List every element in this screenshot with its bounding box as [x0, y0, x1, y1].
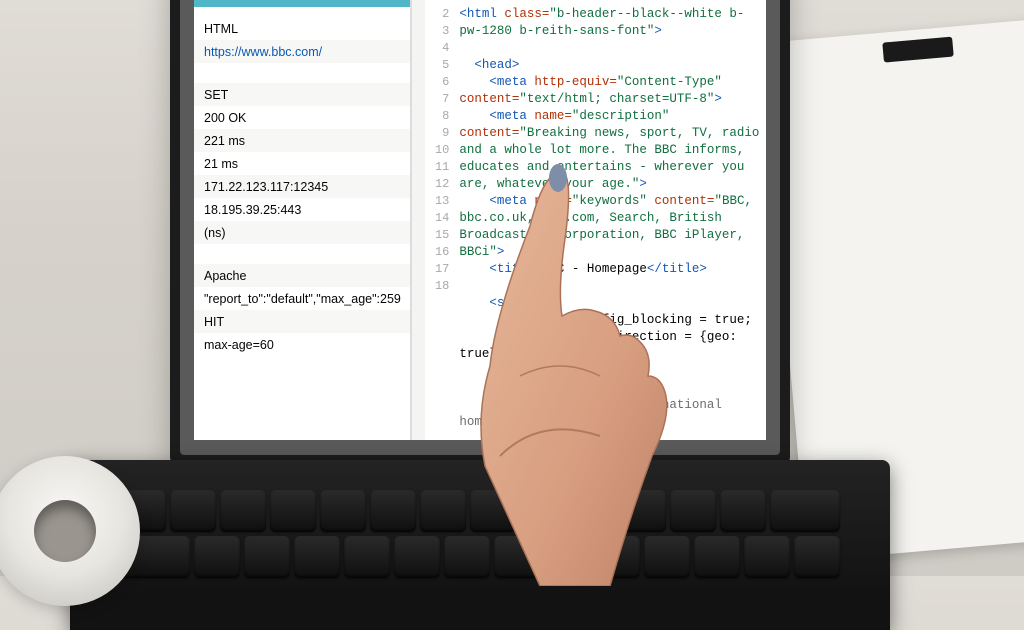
code-token: "text/html; charset=UTF-8"	[519, 92, 714, 106]
response-row[interactable]	[194, 63, 410, 83]
code-token: <meta	[459, 194, 527, 208]
response-row[interactable]: https://www.bbc.com/	[194, 40, 410, 63]
line-number: 10	[425, 142, 449, 159]
code-token: </title>	[647, 262, 707, 276]
line-number: 8	[425, 108, 449, 125]
line-number-gutter: 123456789101112131415161718	[425, 0, 455, 440]
code-token: <meta	[459, 109, 527, 123]
code-token: name=	[527, 109, 572, 123]
code-token: <meta	[459, 75, 527, 89]
code-token: property=	[527, 432, 602, 440]
sidebar-scrollbar[interactable]	[411, 0, 425, 440]
line-number: 12	[425, 176, 449, 193]
response-row[interactable]: HTML	[194, 17, 410, 40]
response-row[interactable]: "report_to":"default","max_age":259	[194, 287, 410, 310]
tablet-frame: Значение HTMLhttps://www.bbc.com/SET200 …	[170, 0, 790, 465]
line-number: 2	[425, 6, 449, 23]
response-row[interactable]	[194, 244, 410, 264]
code-token: <head>	[474, 58, 519, 72]
line-number: 18	[425, 278, 449, 295]
code-token: "keywords"	[572, 194, 647, 208]
code-token: name=	[527, 194, 572, 208]
response-info-panel[interactable]: Значение HTMLhttps://www.bbc.com/SET200 …	[194, 0, 411, 440]
column-header-value: Значение	[194, 0, 410, 7]
line-number: 17	[425, 261, 449, 278]
code-token: "Content-Type"	[617, 75, 722, 89]
code-token: <html	[459, 7, 497, 21]
code-token: window.bbcredirection = {geo: true};	[459, 330, 744, 361]
response-row[interactable]: 21 ms	[194, 152, 410, 175]
code-token: <title>	[459, 262, 542, 276]
code-token: >	[714, 92, 722, 106]
code-token: window.orb_fig_blocking = true;	[459, 313, 752, 327]
response-row[interactable]: SET	[194, 83, 410, 106]
code-token: "description"	[572, 109, 670, 123]
line-number: 14	[425, 210, 449, 227]
line-number: 5	[425, 57, 449, 74]
keyboard	[70, 460, 890, 630]
response-row[interactable]: 171.22.123.117:12345	[194, 175, 410, 198]
response-row[interactable]: max-age=60	[194, 333, 410, 356]
line-number: 6	[425, 74, 449, 91]
response-row[interactable]: 18.195.39.25:443	[194, 198, 410, 221]
line-number: 16	[425, 244, 449, 261]
response-row[interactable]: HIT	[194, 310, 410, 333]
code-token: content=	[647, 194, 715, 208]
code-token: <!DOCTYPE html>	[459, 0, 572, 4]
code-token: <script>	[459, 296, 549, 310]
line-number: 7	[425, 91, 449, 108]
code-token: </script>	[459, 364, 557, 378]
response-row[interactable]: 221 ms	[194, 129, 410, 152]
response-row[interactable]: Apache	[194, 264, 410, 287]
devtools-window: Значение HTMLhttps://www.bbc.com/SET200 …	[194, 0, 766, 440]
code-token: http-equiv=	[527, 75, 617, 89]
clipboard-clip	[882, 37, 953, 63]
line-number: 11	[425, 159, 449, 176]
column-header-text: Значение	[347, 0, 400, 3]
code-token: >	[654, 24, 662, 38]
code-token: >	[497, 245, 505, 259]
response-row[interactable]: (ns)	[194, 221, 410, 244]
code-token: >	[639, 177, 647, 191]
response-row[interactable]: 200 OK	[194, 106, 410, 129]
code-token: "fb:	[602, 432, 632, 440]
line-number: 13	[425, 193, 449, 210]
code-token: <meta	[459, 432, 527, 440]
response-rows: HTMLhttps://www.bbc.com/SET200 OK221 ms2…	[194, 7, 410, 356]
line-number: 3	[425, 23, 449, 40]
code-token: class=	[497, 7, 550, 21]
line-number: 9	[425, 125, 449, 142]
line-number: 15	[425, 227, 449, 244]
line-number: 4	[425, 40, 449, 57]
code-token: BBC - Homepage	[542, 262, 647, 276]
source-code-view[interactable]: <!DOCTYPE html> <html class="b-header--b…	[455, 0, 766, 440]
code-token: <!-- Webapp: WWHP international homepage…	[459, 398, 729, 429]
